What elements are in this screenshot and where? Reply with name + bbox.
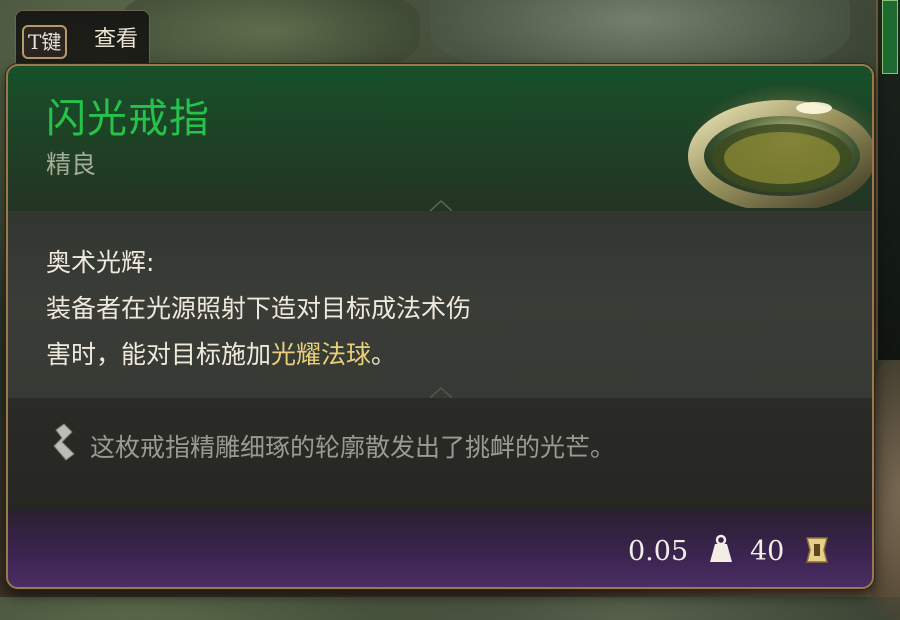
divider-notch [430, 200, 452, 211]
item-rarity: 精良 [46, 150, 97, 179]
side-panel-slot[interactable] [882, 0, 898, 74]
examine-hint[interactable]: T键 查看 [15, 10, 150, 66]
ring-icon [688, 86, 872, 208]
ability-title: 奥术光辉: [46, 248, 155, 277]
divider-notch [430, 387, 452, 398]
examine-label: 查看 [94, 27, 139, 52]
price-value: 40 [750, 536, 785, 567]
description-line-1: 装备者在光源照射下造对目标成法术伤 [46, 294, 472, 323]
description-line-2: 害时，能对目标施加光耀法球。 [46, 332, 666, 378]
weight-icon [710, 534, 732, 562]
gold-coin-icon [806, 537, 828, 563]
keyword-link[interactable]: 光耀法球 [271, 340, 371, 369]
keybind-badge: T键 [22, 25, 68, 59]
quill-icon [53, 423, 75, 461]
description-text: 。 [371, 340, 397, 369]
item-name: 闪光戒指 [46, 96, 210, 142]
tooltip-footer [8, 510, 872, 587]
item-tooltip: 闪光戒指 精良 奥术光辉: 装备者在光源照射下造对目标成法术伤 害时，能对目标施… [6, 64, 874, 589]
flavor-text: 这枚戒指精雕细琢的轮廓散发出了挑衅的光芒。 [90, 433, 616, 462]
weight-value: 0.05 [628, 536, 689, 567]
description-text: 害时，能对目标施加 [46, 340, 272, 369]
item-description: 奥术光辉: 装备者在光源照射下造对目标成法术伤 害时，能对目标施加光耀法球。 [46, 240, 666, 378]
side-panel [876, 0, 900, 360]
